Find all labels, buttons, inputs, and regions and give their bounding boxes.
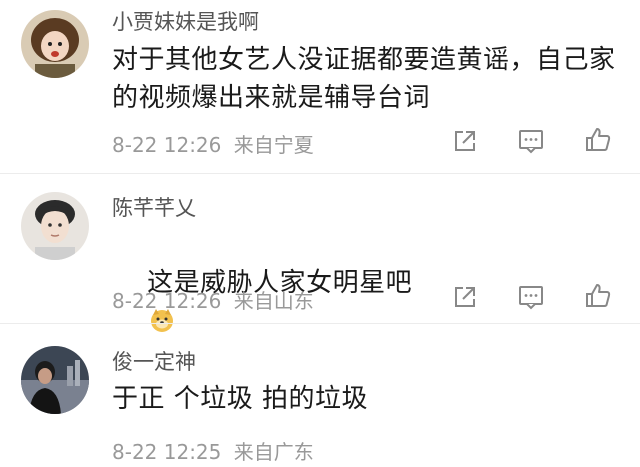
comment-time: 8-22 12:25	[112, 440, 222, 464]
comment-username[interactable]: 俊一定神	[112, 346, 196, 376]
comment-item: 俊一定神 于正 个垃圾 拍的垃圾 8-22 12:25 来自广东	[0, 324, 640, 467]
share-icon	[455, 131, 475, 151]
comment-time: 8-22 12:26	[112, 289, 222, 313]
comment-meta: 8-22 12:25 来自广东	[112, 436, 320, 465]
comment-item: 陈芊芊乂 这是威胁人家女明星吧 8-22 12:26 来自山东	[0, 174, 640, 332]
comment-item: 小贾妹妹是我啊 对于其他女艺人没证据都要造黄谣，自己家的视频爆出来就是辅导台词 …	[0, 0, 640, 170]
like-button[interactable]	[581, 123, 615, 157]
comment-button[interactable]	[514, 280, 548, 314]
comment-text: 于正 个垃圾 拍的垃圾	[112, 384, 369, 414]
share-button[interactable]	[448, 280, 482, 314]
avatar-image	[21, 10, 89, 78]
share-button[interactable]	[448, 124, 482, 158]
comment-meta: 8-22 12:26 来自宁夏	[112, 129, 320, 158]
comment-icon	[519, 130, 543, 154]
thumbs-up-icon	[586, 128, 611, 151]
comment-username[interactable]: 小贾妹妹是我啊	[112, 6, 259, 36]
share-icon	[455, 287, 475, 307]
comment-meta: 8-22 12:26 来自山东	[112, 285, 320, 314]
avatar-image	[21, 192, 89, 260]
comment-username[interactable]: 陈芊芊乂	[112, 192, 196, 222]
comment-button[interactable]	[514, 124, 548, 158]
comment-location: 来自宁夏	[233, 133, 314, 157]
comment-icon	[519, 286, 543, 310]
avatar-image	[21, 346, 89, 414]
comment-location: 来自山东	[233, 289, 314, 313]
like-button[interactable]	[581, 279, 615, 313]
comment-text: 对于其他女艺人没证据都要造黄谣，自己家的视频爆出来就是辅导台词	[112, 45, 616, 113]
avatar[interactable]	[21, 346, 89, 414]
comment-location: 来自广东	[233, 440, 314, 464]
thumbs-up-icon	[586, 284, 611, 307]
avatar[interactable]	[21, 10, 89, 78]
comment-time: 8-22 12:26	[112, 133, 222, 157]
avatar[interactable]	[21, 192, 89, 260]
